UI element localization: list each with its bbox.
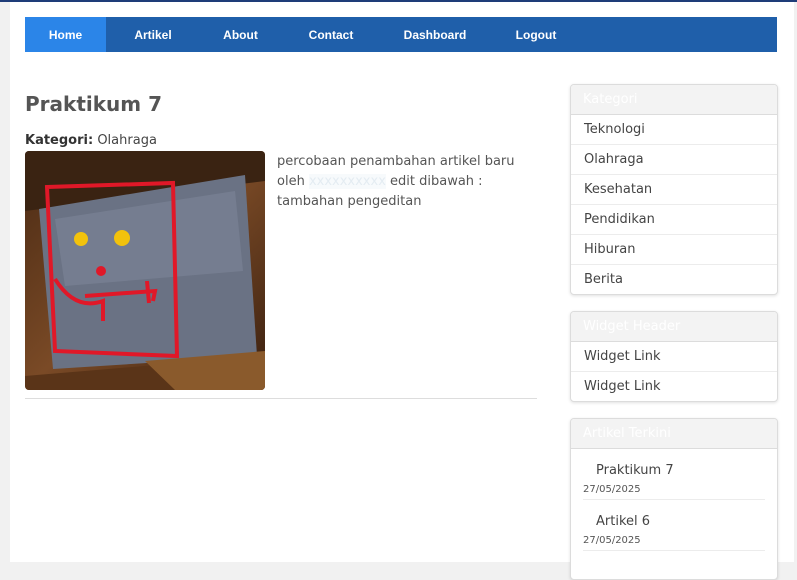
redacted-author: xxxxxxxxxx [308, 174, 386, 189]
nav-dashboard[interactable]: Dashboard [381, 17, 489, 52]
recent-article-title[interactable]: Praktikum 7 [583, 463, 765, 478]
category-widget: Kategori Teknologi Olahraga Kesehatan Pe… [570, 84, 778, 295]
recent-article-date: 27/05/2025 [583, 535, 765, 551]
link-widget: Widget Header Widget Link Widget Link [570, 311, 778, 402]
article-body: percobaan penambahan artikel baru oleh x… [277, 152, 542, 212]
recent-articles-widget: Artikel Terkini Praktikum 7 27/05/2025 A… [570, 418, 778, 580]
article-title: Praktikum 7 [25, 92, 162, 116]
recent-articles-header: Artikel Terkini [571, 419, 777, 449]
article-image [25, 151, 265, 390]
category-item-kesehatan[interactable]: Kesehatan [571, 175, 777, 205]
recent-article-item: Praktikum 7 27/05/2025 [571, 449, 777, 500]
page-container: Home Artikel About Contact Dashboard Log… [10, 2, 794, 580]
recent-article-item: Artikel 6 27/05/2025 [571, 500, 777, 551]
link-widget-header: Widget Header [571, 312, 777, 342]
recent-article-date: 27/05/2025 [583, 484, 765, 500]
widget-link-2[interactable]: Widget Link [571, 372, 777, 401]
nav-contact[interactable]: Contact [281, 17, 381, 52]
article-category: Kategori: Olahraga [25, 133, 157, 148]
widget-link-1[interactable]: Widget Link [571, 342, 777, 372]
nav-logout[interactable]: Logout [489, 17, 583, 52]
nav-about[interactable]: About [200, 17, 281, 52]
nav-home[interactable]: Home [25, 17, 106, 52]
article-image-drawing [25, 151, 265, 390]
category-item-hiburan[interactable]: Hiburan [571, 235, 777, 265]
category-label: Kategori: [25, 133, 94, 148]
category-item-olahraga[interactable]: Olahraga [571, 145, 777, 175]
nav-artikel[interactable]: Artikel [106, 17, 200, 52]
recent-article-title[interactable]: Artikel 6 [583, 514, 765, 529]
main-nav: Home Artikel About Contact Dashboard Log… [25, 17, 777, 52]
category-item-teknologi[interactable]: Teknologi [571, 115, 777, 145]
category-value: Olahraga [97, 133, 157, 148]
category-item-berita[interactable]: Berita [571, 265, 777, 294]
category-item-pendidikan[interactable]: Pendidikan [571, 205, 777, 235]
content-divider [25, 398, 537, 399]
category-widget-header: Kategori [571, 85, 777, 115]
